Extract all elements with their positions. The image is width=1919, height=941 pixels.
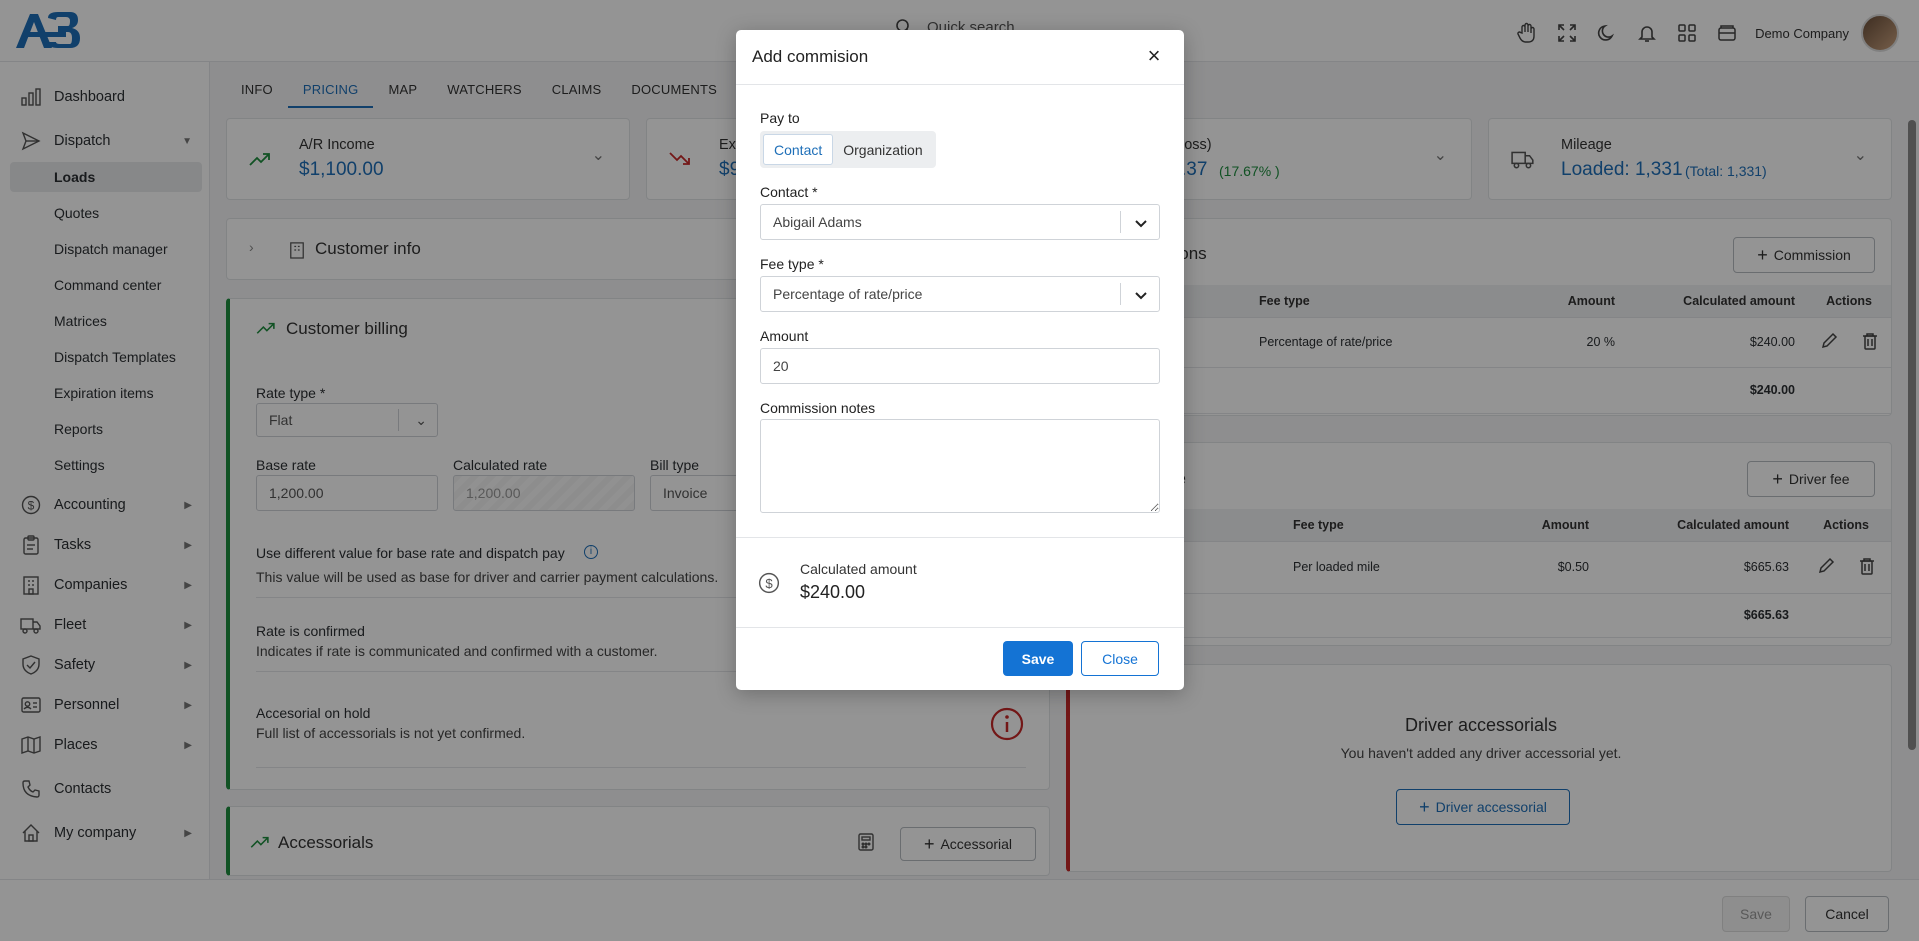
add-commission-dialog: Add commision × Pay to Contact Organizat… (736, 30, 1184, 690)
chevron-down-icon (1135, 292, 1147, 300)
fee-type-value: Percentage of rate/price (773, 286, 923, 302)
dialog-close-button[interactable]: Close (1081, 641, 1159, 676)
amount-label: Amount (760, 328, 809, 344)
commission-notes-label: Commission notes (760, 400, 876, 416)
contact-select[interactable]: Abigail Adams (760, 204, 1160, 240)
commission-notes-textarea[interactable] (760, 419, 1160, 513)
pay-to-toggle: Contact Organization (760, 131, 936, 168)
pay-to-organization-option[interactable]: Organization (833, 134, 932, 165)
dialog-header: Add commision × (736, 30, 1184, 85)
contact-label: Contact * (760, 184, 818, 200)
dialog-save-button[interactable]: Save (1003, 641, 1073, 676)
fee-type-select[interactable]: Percentage of rate/price (760, 276, 1160, 312)
calculated-amount-value: $240.00 (800, 582, 866, 602)
svg-text:$: $ (765, 576, 773, 591)
fee-type-label: Fee type * (760, 256, 824, 272)
contact-value: Abigail Adams (773, 214, 862, 230)
calculated-amount-label: Calculated amount (800, 561, 917, 577)
amount-input[interactable] (760, 348, 1160, 384)
pay-to-label: Pay to (760, 110, 800, 126)
pay-to-contact-option[interactable]: Contact (763, 134, 834, 165)
chevron-down-icon (1135, 220, 1147, 228)
close-icon[interactable]: × (1142, 44, 1166, 68)
dialog-title: Add commision (752, 47, 869, 66)
dollar-circle-icon: $ (758, 572, 780, 594)
